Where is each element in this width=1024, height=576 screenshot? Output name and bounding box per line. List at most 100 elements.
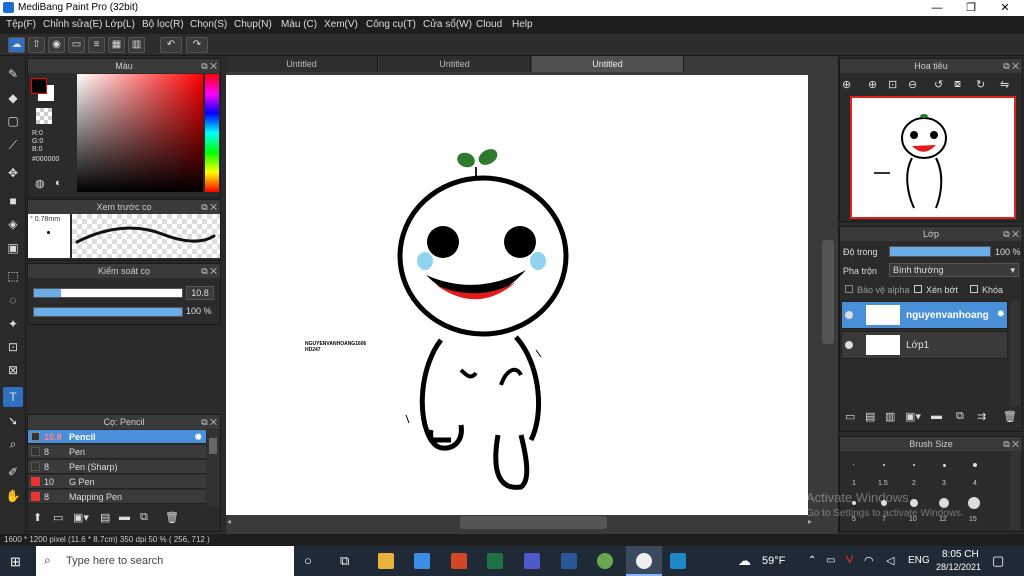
bucket-tool-icon[interactable]: ◈ [3,214,23,234]
brush-size-4[interactable] [973,463,977,467]
color-gradient[interactable] [77,74,203,192]
menu-edit[interactable]: Chỉnh sửa(E) [43,19,103,30]
layer-opacity-slider[interactable] [889,246,991,257]
menu-layer[interactable]: Lớp(L) [105,19,135,30]
brush-opacity-slider[interactable] [33,307,183,317]
chrome-app-icon[interactable] [597,553,613,569]
gradient-tool-icon[interactable]: ▣ [3,238,23,258]
panel-close-icon[interactable]: ⧉ ✕ [201,200,217,214]
tab-untitled-3[interactable]: Untitled [532,56,684,72]
menu-color[interactable]: Màu (C) [281,19,317,30]
blend-mode-select[interactable]: Bình thường ▾ [889,263,1019,277]
new-brush-icon[interactable]: ▭ [53,511,63,524]
gear-icon[interactable]: ✹ [997,309,1005,320]
trash-icon[interactable]: 🗑 [1003,410,1017,423]
tray-app-icon[interactable]: V [846,554,853,566]
brush-list-scrollbar[interactable] [207,430,219,506]
tile-icon[interactable]: ▥ [128,37,145,53]
task-view-icon[interactable]: ⧉ [340,553,349,569]
brush-size-2[interactable] [913,464,915,466]
scroll-left-icon[interactable]: ◂ [227,517,231,526]
menu-help[interactable]: Help [512,19,533,30]
dropper-tool-icon[interactable]: ⌕ [3,434,23,454]
brush-size-3[interactable] [943,464,946,467]
duplicate-layer-icon[interactable]: ⧉ [956,410,964,423]
canvas-vscrollbar[interactable] [822,240,834,344]
undo-icon[interactable]: ↶ [160,37,182,53]
brush-size-1-5[interactable] [883,464,885,466]
new-file-icon[interactable]: ▭ [68,37,85,53]
brush-size-1[interactable] [853,464,854,465]
panel-close-icon[interactable]: ⧉ ✕ [1003,227,1019,241]
cortana-icon[interactable]: ○ [304,553,312,568]
menu-select[interactable]: Chọn(S) [190,19,227,30]
brush-size-12[interactable] [939,498,949,508]
brush-size-15[interactable] [968,497,980,509]
eraser-tool-icon[interactable]: ◆ [3,88,23,108]
protect-alpha-checkbox[interactable] [845,285,853,293]
color-picker-icon[interactable]: ◐ [55,177,62,189]
clipping-checkbox[interactable] [914,285,922,293]
drawing-canvas[interactable]: NGUYENVANHOANG1606 HD247 [226,75,808,515]
panel-close-icon[interactable]: ⧉ ✕ [201,415,217,429]
menu-file[interactable]: Tệp(F) [6,19,36,30]
zoom-in-icon[interactable]: ⊕ [868,78,877,91]
trash-icon[interactable]: 🗑 [165,511,179,524]
volume-icon[interactable]: ◁ [886,554,894,567]
brush-item-pencil[interactable]: 10.8 Pencil ✹ [28,430,206,444]
chrome-taskbar-active[interactable] [626,546,662,576]
brush-item-pen[interactable]: 8 Pen [28,445,206,459]
clock-time[interactable]: 8:05 CH [942,549,979,560]
brush-item-g-pen[interactable]: 10 G Pen [28,475,206,489]
weather-temperature[interactable]: 59°F [762,555,785,567]
lasso-icon[interactable]: ◌ [3,290,23,310]
teams-icon[interactable] [524,553,540,569]
magic-wand-icon[interactable]: ✦ [3,314,23,334]
select-pen-icon[interactable]: ⊡ [3,337,23,357]
rectangle-tool-icon[interactable]: ▢ [3,111,23,131]
brush-settings-icon[interactable]: ▤ [100,511,110,524]
visibility-icon[interactable] [845,341,853,349]
fill-rect-icon[interactable]: ■ [3,191,23,211]
menu-view[interactable]: Xem(V) [324,19,358,30]
operation-tool-icon[interactable]: ➘ [3,411,23,431]
file-explorer-icon[interactable] [378,553,394,569]
brush-tool-icon[interactable]: ✎ [3,64,23,84]
notification-icon[interactable]: ▢ [992,553,1004,569]
navigator-preview[interactable] [850,96,1016,219]
panel-close-icon[interactable]: ⧉ ✕ [1003,59,1019,73]
grid-icon[interactable]: ▦ [108,37,125,53]
new-halftone-layer-icon[interactable]: ▤ [865,410,875,423]
menu-cloud[interactable]: Cloud [476,19,502,30]
cloud-icon[interactable]: ☁ [8,37,25,53]
panel-close-icon[interactable]: ⧉ ✕ [1003,437,1019,451]
clock-date[interactable]: 28/12/2021 [936,562,981,572]
store-icon[interactable] [414,553,430,569]
layer-item-lop1[interactable]: Lớp1 [841,331,1008,359]
tab-untitled-2[interactable]: Untitled [379,56,531,72]
foreground-color-swatch[interactable] [31,78,47,94]
transparent-color-swatch[interactable] [36,108,52,124]
layer-menu-icon[interactable]: ▣▾ [905,410,921,423]
brush-size-scrollbar[interactable] [1010,452,1020,530]
merge-layer-icon[interactable]: ⇉ [977,410,986,423]
language-indicator[interactable]: ENG [908,555,930,566]
actual-size-icon[interactable]: ⧇ [954,78,961,91]
tray-chevron-icon[interactable]: ⌃ [808,555,816,566]
layer-scrollbar[interactable] [1010,301,1020,406]
text-tool-icon[interactable]: T [3,387,23,407]
rotate-right-icon[interactable]: ↻ [976,78,985,91]
line-tool-icon[interactable]: ⟋ [3,135,23,155]
menu-capture[interactable]: Chụp(N) [234,19,272,30]
upload-icon[interactable]: ⇧ [28,37,45,53]
zoom-fit-icon[interactable]: ⊕ [842,78,851,91]
comment-icon[interactable]: ◉ [48,37,65,53]
brush-size-slider[interactable] [33,288,183,298]
select-rect-icon[interactable]: ⬚ [3,266,23,286]
canvas-hscrollbar[interactable] [460,516,607,529]
panel-close-icon[interactable]: ⧉ ✕ [201,59,217,73]
rotate-left-icon[interactable]: ↺ [934,78,943,91]
document-icon[interactable]: ≡ [88,37,105,53]
word-icon[interactable] [561,553,577,569]
folder-icon[interactable]: ▬ [119,511,130,523]
